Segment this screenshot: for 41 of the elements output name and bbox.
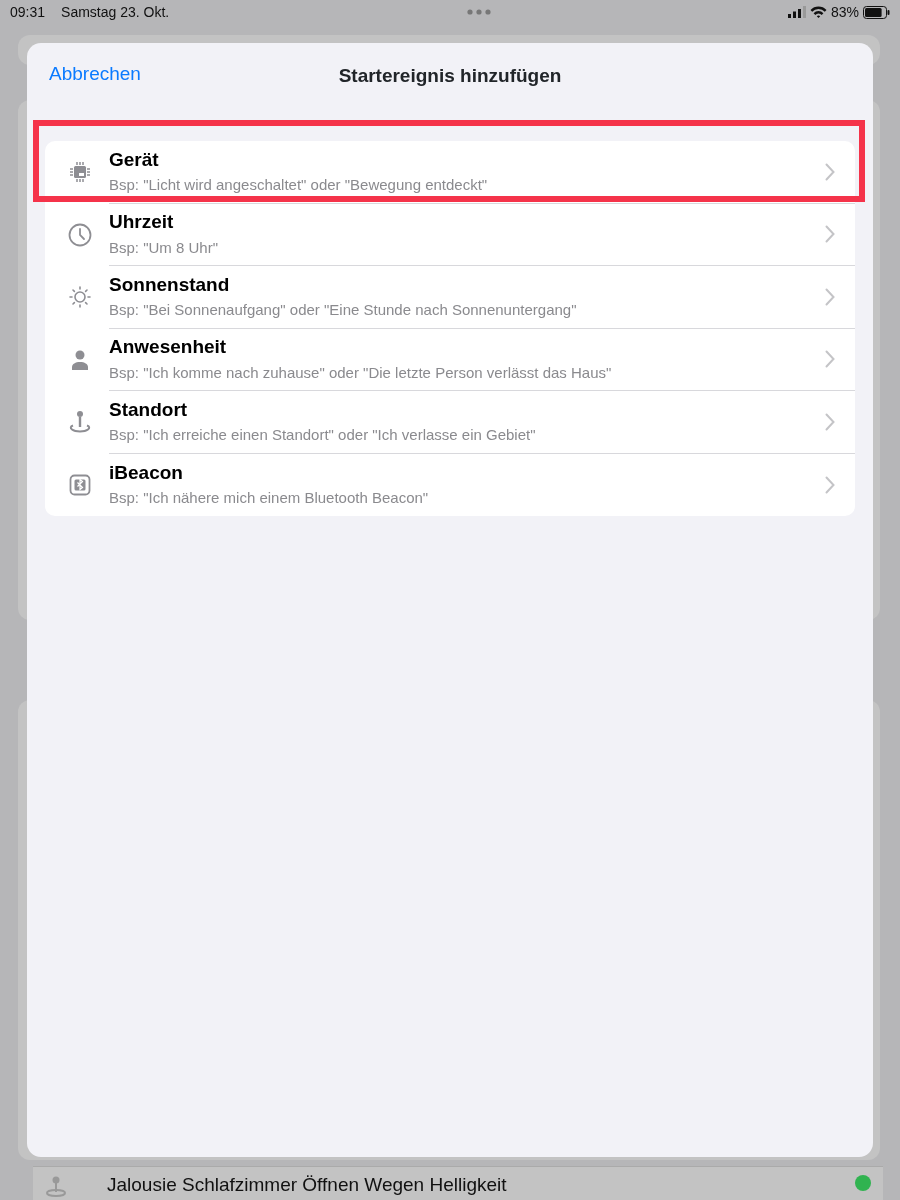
cancel-button[interactable]: Abbrechen: [49, 59, 141, 89]
item-title: Anwesenheit: [109, 336, 228, 359]
item-subtitle: Bsp: "Um 8 Uhr": [109, 237, 219, 258]
chip-icon: [69, 161, 91, 184]
item-title: Gerät: [109, 148, 160, 172]
item-subtitle: Bsp: "Ich erreiche einen Standort" oder "Ich verlasse ein Gebiet": [109, 425, 537, 445]
chevron-icon: [825, 162, 835, 181]
battery-icon: [863, 5, 890, 19]
multitask-dots-icon[interactable]: [466, 9, 491, 15]
bluetooth-icon: [69, 473, 91, 496]
list-item[interactable]: Uhrzeit Bsp: "Um 8 Uhr": [45, 203, 855, 266]
chevron-icon: [825, 350, 835, 369]
list-item[interactable]: Standort Bsp: "Ich erreiche einen Standort" oder "Ich verlasse ein Gebiet": [45, 391, 855, 454]
status-time: 09:31: [10, 2, 46, 22]
list-item[interactable]: Anwesenheit Bsp: "Ich komme nach zuhause" oder "Die letzte Person verlässt das Haus": [45, 328, 855, 391]
chevron-icon: [825, 225, 835, 244]
signal-icon: [787, 6, 806, 18]
item-title: iBeacon: [109, 461, 184, 485]
wifi-icon: [809, 6, 827, 18]
list-item[interactable]: Sonnenstand Bsp: "Bei Sonnenaufgang" oder "Eine Stunde nach Sonnenuntergang": [45, 266, 855, 329]
chevron-icon: [825, 412, 835, 431]
item-subtitle: Bsp: "Ich nähere mich einem Bluetooth Beacon": [109, 488, 430, 508]
item-subtitle: Bsp: "Ich komme nach zuhause" oder "Die letzte Person verlässt das Haus": [109, 362, 613, 383]
location-icon: [68, 410, 92, 435]
item-subtitle: Bsp: "Licht wird angeschaltet" oder "Bewegung entdeckt": [109, 175, 489, 195]
chevron-icon: [825, 287, 835, 306]
row-title: Jalousie Schlafzimmer Öffnen Wegen Helligkeit: [107, 1175, 508, 1196]
sun-icon: [69, 286, 91, 309]
sheet-title: Startereignis hinzufügen: [338, 64, 562, 88]
list-item[interactable]: Gerät Bsp: "Licht wird angeschaltet" oder "Bewegung entdeckt": [45, 141, 855, 204]
item-title: Standort: [109, 398, 189, 422]
battery-percent: 83%: [830, 2, 859, 22]
location-icon: [45, 1175, 67, 1197]
status-date: Samstag 23. Okt.: [61, 2, 170, 22]
clock-icon: [68, 222, 92, 247]
chevron-icon: [825, 475, 835, 494]
person-icon: [71, 349, 89, 370]
list-item[interactable]: iBeacon Bsp: "Ich nähere mich einem Bluetooth Beacon": [45, 453, 855, 516]
item-subtitle: Bsp: "Bei Sonnenaufgang" oder "Eine Stunde nach Sonnenuntergang": [109, 300, 578, 320]
item-title: Sonnenstand: [109, 273, 231, 297]
item-title: Uhrzeit: [109, 211, 175, 234]
